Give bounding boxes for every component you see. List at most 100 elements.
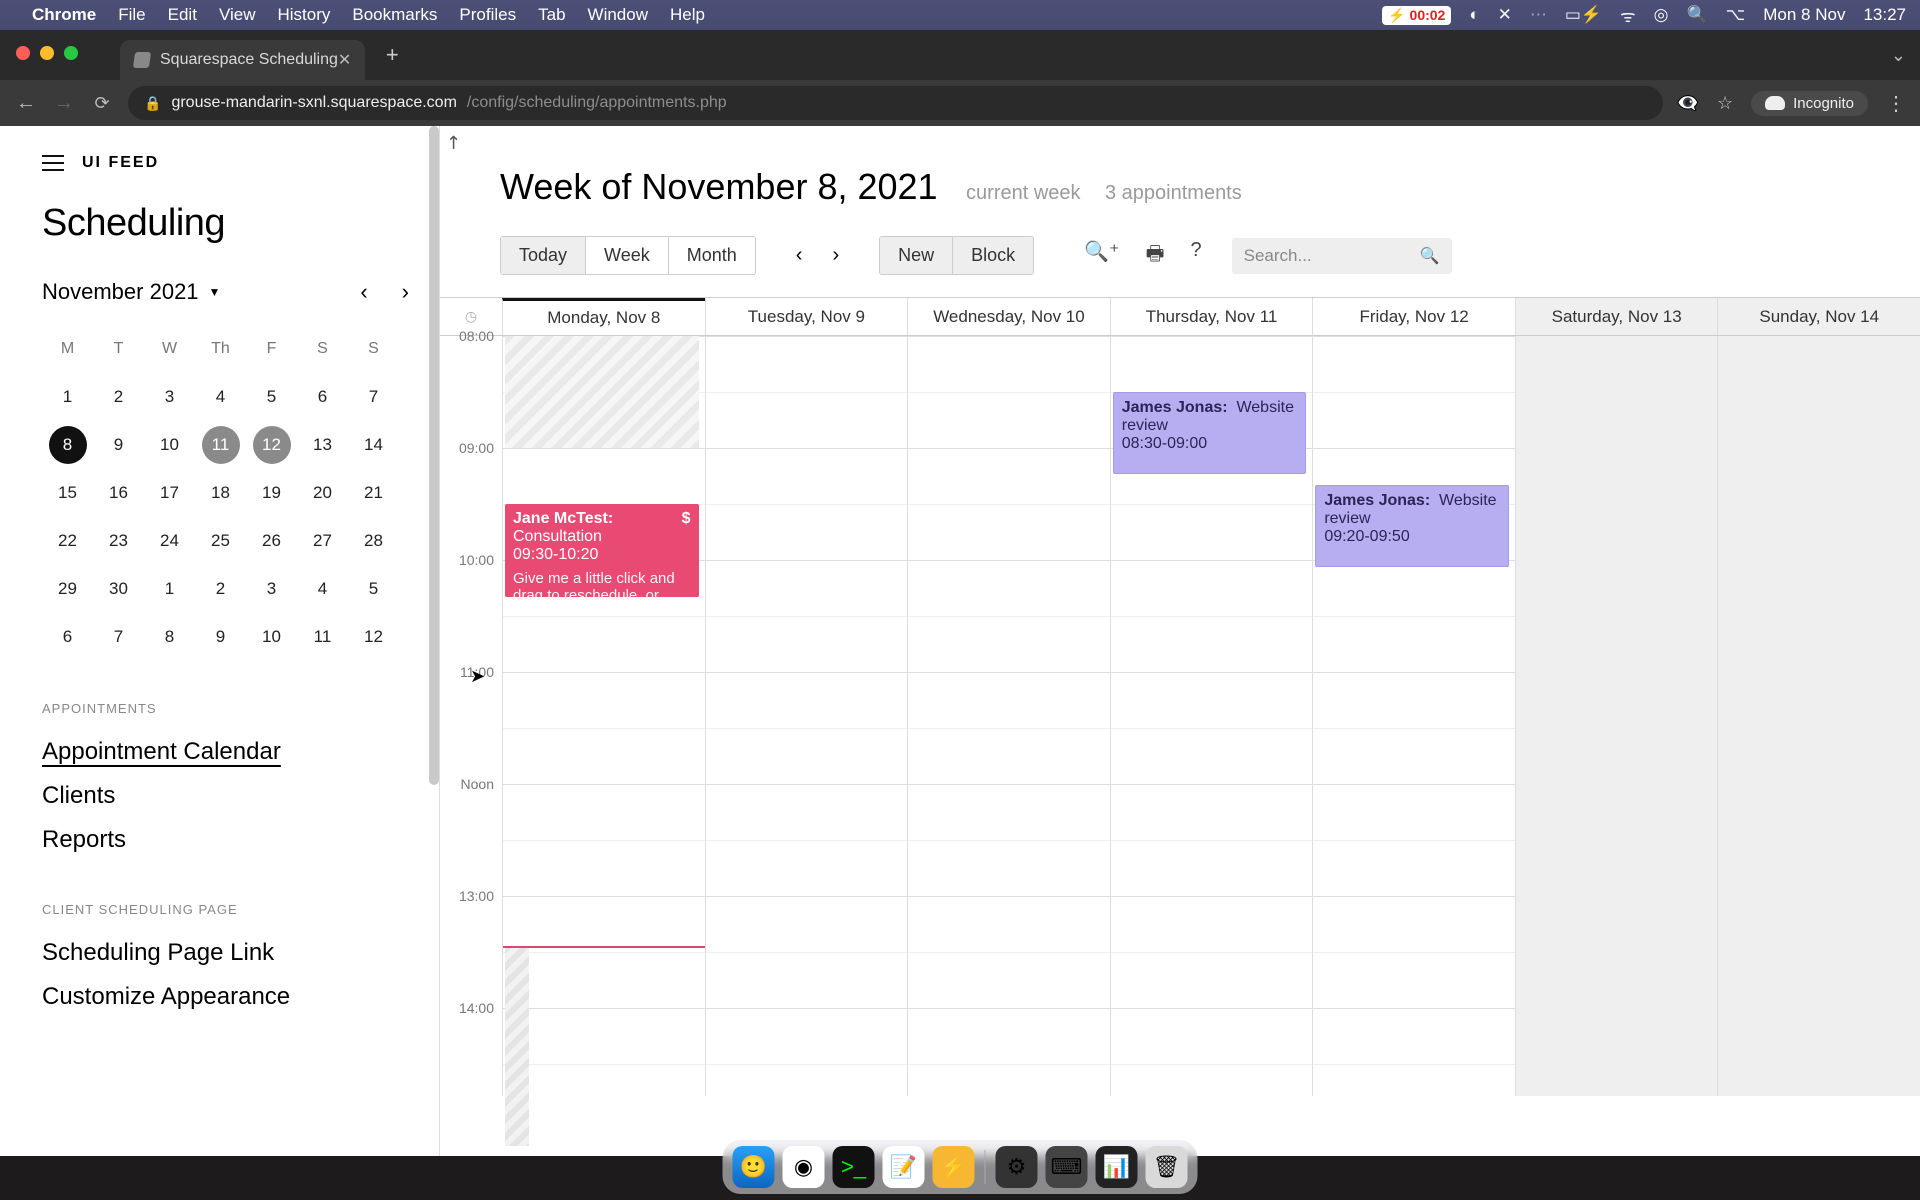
- minicalendar-day[interactable]: 2: [195, 565, 246, 613]
- day-column[interactable]: James Jonas: Website review08:30-09:00: [1110, 336, 1313, 1096]
- new-button[interactable]: New: [880, 237, 953, 274]
- menubar-history[interactable]: History: [277, 5, 330, 25]
- today-button[interactable]: Today: [501, 237, 586, 274]
- battery-icon[interactable]: ▭⚡: [1565, 5, 1602, 25]
- nav-forward-button[interactable]: →: [52, 92, 76, 115]
- day-column[interactable]: [907, 336, 1110, 1096]
- month-button[interactable]: Month: [669, 237, 755, 274]
- menubar-date[interactable]: Mon 8 Nov: [1763, 5, 1845, 25]
- minicalendar-day[interactable]: 5: [246, 373, 297, 421]
- minicalendar-month[interactable]: November 2021: [42, 279, 199, 305]
- battery-timer-badge[interactable]: ⚡00:02: [1382, 6, 1451, 25]
- menubar-tab[interactable]: Tab: [538, 5, 565, 25]
- day-column[interactable]: [705, 336, 908, 1096]
- minicalendar-day[interactable]: 1: [144, 565, 195, 613]
- minicalendar-day[interactable]: 15: [42, 469, 93, 517]
- menubar-view[interactable]: View: [219, 5, 256, 25]
- minicalendar-day[interactable]: 8: [144, 613, 195, 661]
- day-header-fri[interactable]: Friday, Nov 12: [1312, 298, 1515, 335]
- menubar-file[interactable]: File: [118, 5, 145, 25]
- sidebar-scrollbar[interactable]: [429, 126, 439, 785]
- week-prev-button[interactable]: ‹: [796, 244, 803, 267]
- day-header-wed[interactable]: Wednesday, Nov 10: [907, 298, 1110, 335]
- eye-off-icon[interactable]: 👁‍🗨: [1677, 93, 1699, 114]
- minicalendar-day[interactable]: 7: [93, 613, 144, 661]
- address-bar[interactable]: 🔒 grouse-mandarin-sxnl.squarespace.com/c…: [128, 86, 1663, 120]
- minicalendar-day[interactable]: 25: [195, 517, 246, 565]
- dock-chrome-icon[interactable]: ◉: [783, 1146, 825, 1188]
- minicalendar-day[interactable]: 12: [348, 613, 399, 661]
- week-button[interactable]: Week: [586, 237, 669, 274]
- new-tab-button[interactable]: +: [375, 38, 409, 72]
- search-input[interactable]: Search... 🔍: [1232, 238, 1452, 274]
- profile-indicator[interactable]: Incognito: [1751, 91, 1868, 116]
- day-column[interactable]: [1717, 336, 1920, 1096]
- minicalendar-day[interactable]: 18: [195, 469, 246, 517]
- minicalendar-day[interactable]: 26: [246, 517, 297, 565]
- menubar-bookmarks[interactable]: Bookmarks: [352, 5, 437, 25]
- dock-app-icon[interactable]: ⚡: [933, 1146, 975, 1188]
- status-icon-1[interactable]: ◐: [1469, 5, 1479, 25]
- minicalendar-day[interactable]: 11: [297, 613, 348, 661]
- tab-overflow-icon[interactable]: ⌄: [1891, 45, 1906, 66]
- menubar-help[interactable]: Help: [670, 5, 705, 25]
- hamburger-icon[interactable]: [42, 155, 64, 171]
- menubar-profiles[interactable]: Profiles: [459, 5, 516, 25]
- minicalendar-day[interactable]: 1: [42, 373, 93, 421]
- day-header-tue[interactable]: Tuesday, Nov 9: [705, 298, 908, 335]
- nav-reports[interactable]: Reports: [42, 818, 409, 862]
- dock-terminal-icon[interactable]: >_: [833, 1146, 875, 1188]
- dock-recent-1-icon[interactable]: ⚙: [996, 1146, 1038, 1188]
- minicalendar-day[interactable]: 4: [195, 373, 246, 421]
- minicalendar-day[interactable]: 20: [297, 469, 348, 517]
- minicalendar-day[interactable]: 24: [144, 517, 195, 565]
- days-area[interactable]: $Jane McTest: Consultation09:30-10:20Giv…: [502, 336, 1920, 1096]
- user-switch-icon[interactable]: ◎: [1654, 5, 1669, 25]
- minicalendar-day[interactable]: 27: [297, 517, 348, 565]
- block-button[interactable]: Block: [953, 237, 1033, 274]
- nav-clients[interactable]: Clients: [42, 774, 409, 818]
- dock-notes-icon[interactable]: 📝: [883, 1146, 925, 1188]
- minicalendar-day[interactable]: 2: [93, 373, 144, 421]
- dock-trash-icon[interactable]: 🗑: [1146, 1146, 1188, 1188]
- minicalendar-day[interactable]: 3: [246, 565, 297, 613]
- nav-reload-button[interactable]: ⟳: [90, 93, 114, 114]
- minicalendar-day[interactable]: 4: [297, 565, 348, 613]
- minicalendar-day[interactable]: 23: [93, 517, 144, 565]
- month-dropdown-icon[interactable]: ▼: [209, 285, 221, 299]
- nav-scheduling-page-link[interactable]: Scheduling Page Link: [42, 931, 409, 975]
- status-icon-3[interactable]: ⋯: [1530, 5, 1547, 25]
- browser-menu-icon[interactable]: ⋮: [1886, 91, 1906, 116]
- day-header-thu[interactable]: Thursday, Nov 11: [1110, 298, 1313, 335]
- window-zoom-button[interactable]: [64, 46, 78, 60]
- minicalendar-day[interactable]: 10: [246, 613, 297, 661]
- minicalendar-day[interactable]: 28: [348, 517, 399, 565]
- status-icon-2[interactable]: ✕: [1498, 5, 1512, 25]
- browser-tab[interactable]: Squarespace Scheduling ✕: [120, 40, 365, 80]
- day-header-mon[interactable]: Monday, Nov 8: [502, 298, 705, 335]
- day-header-sun[interactable]: Sunday, Nov 14: [1717, 298, 1920, 335]
- nav-customize-appearance[interactable]: Customize Appearance: [42, 975, 409, 1019]
- dock-finder-icon[interactable]: 🙂: [733, 1146, 775, 1188]
- nav-back-button[interactable]: ←: [14, 92, 38, 115]
- minicalendar-day[interactable]: 9: [195, 613, 246, 661]
- appointment-block[interactable]: James Jonas: Website review09:20-09:50: [1315, 485, 1509, 567]
- minicalendar-day[interactable]: 30: [93, 565, 144, 613]
- minicalendar-day[interactable]: 19: [246, 469, 297, 517]
- zoom-icon[interactable]: 🔍⁺: [1084, 239, 1119, 273]
- nav-appointment-calendar[interactable]: Appointment Calendar: [42, 730, 409, 774]
- minicalendar-day[interactable]: 10: [144, 421, 195, 469]
- minicalendar-day[interactable]: 7: [348, 373, 399, 421]
- menubar-edit[interactable]: Edit: [168, 5, 197, 25]
- day-header-sat[interactable]: Saturday, Nov 13: [1515, 298, 1718, 335]
- minicalendar-day[interactable]: 8: [49, 426, 87, 464]
- minicalendar-day[interactable]: 5: [348, 565, 399, 613]
- dock-recent-3-icon[interactable]: 📊: [1096, 1146, 1138, 1188]
- day-column[interactable]: $Jane McTest: Consultation09:30-10:20Giv…: [502, 336, 705, 1096]
- bookmark-star-icon[interactable]: ☆: [1717, 93, 1733, 114]
- minicalendar-day[interactable]: 29: [42, 565, 93, 613]
- menubar-window[interactable]: Window: [588, 5, 648, 25]
- help-icon[interactable]: ?: [1191, 239, 1202, 273]
- month-prev-button[interactable]: ‹: [360, 279, 367, 305]
- appointment-block[interactable]: James Jonas: Website review08:30-09:00: [1113, 392, 1307, 474]
